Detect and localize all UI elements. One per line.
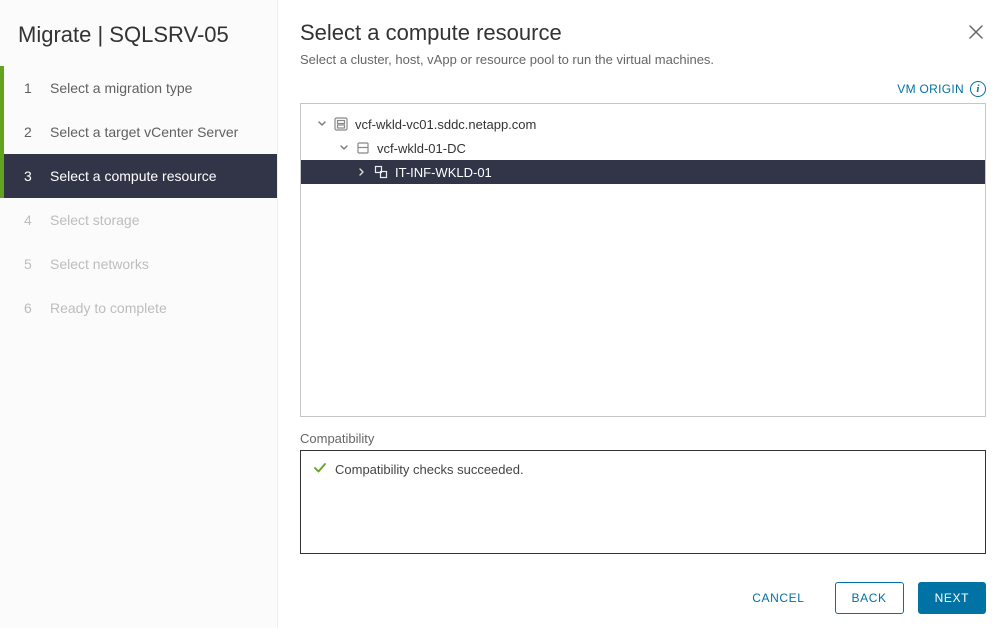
step-number: 3 (24, 168, 38, 184)
wizard-sidebar: Migrate | SQLSRV-05 1 Select a migration… (0, 0, 278, 628)
cancel-button[interactable]: CANCEL (736, 582, 820, 614)
step-migration-type[interactable]: 1 Select a migration type (0, 66, 277, 110)
close-icon (969, 25, 983, 39)
step-number: 6 (24, 300, 38, 316)
step-target-vcenter[interactable]: 2 Select a target vCenter Server (0, 110, 277, 154)
step-ready: 6 Ready to complete (0, 286, 277, 330)
chevron-down-icon[interactable] (317, 120, 327, 128)
close-button[interactable] (966, 22, 986, 42)
check-icon (313, 461, 327, 478)
cluster-icon (373, 164, 389, 180)
tree-node-vcenter[interactable]: vcf-wkld-vc01.sddc.netapp.com (301, 112, 985, 136)
step-label: Select a migration type (50, 80, 192, 96)
tree-node-datacenter[interactable]: vcf-wkld-01-DC (301, 136, 985, 160)
step-label: Select a compute resource (50, 168, 217, 184)
step-label: Select networks (50, 256, 149, 272)
step-networks: 5 Select networks (0, 242, 277, 286)
vm-origin-label: VM ORIGIN (897, 82, 964, 96)
step-number: 1 (24, 80, 38, 96)
back-button[interactable]: BACK (835, 582, 904, 614)
compatibility-message: Compatibility checks succeeded. (335, 462, 524, 477)
step-label: Select a target vCenter Server (50, 124, 238, 140)
wizard-title: Migrate | SQLSRV-05 (0, 0, 277, 66)
wizard-steps: 1 Select a migration type 2 Select a tar… (0, 66, 277, 330)
step-number: 2 (24, 124, 38, 140)
compatibility-label: Compatibility (300, 431, 986, 446)
tree-node-cluster[interactable]: IT-INF-WKLD-01 (301, 160, 985, 184)
vm-origin-link[interactable]: VM ORIGIN i (300, 81, 986, 97)
tree-node-label: vcf-wkld-vc01.sddc.netapp.com (355, 117, 536, 132)
chevron-down-icon[interactable] (339, 144, 349, 152)
vcenter-icon (333, 116, 349, 132)
compatibility-result: Compatibility checks succeeded. (313, 461, 973, 478)
page-title: Select a compute resource (300, 20, 986, 46)
compatibility-box: Compatibility checks succeeded. (300, 450, 986, 554)
step-number: 4 (24, 212, 38, 228)
step-label: Select storage (50, 212, 140, 228)
datacenter-icon (355, 140, 371, 156)
page-subtitle: Select a cluster, host, vApp or resource… (300, 52, 986, 67)
wizard-main: Select a compute resource Select a clust… (278, 0, 1008, 628)
tree-node-label: IT-INF-WKLD-01 (395, 165, 492, 180)
migrate-wizard: Migrate | SQLSRV-05 1 Select a migration… (0, 0, 1008, 628)
step-number: 5 (24, 256, 38, 272)
tree-node-label: vcf-wkld-01-DC (377, 141, 466, 156)
wizard-footer: CANCEL BACK NEXT (300, 562, 986, 614)
compute-resource-tree[interactable]: vcf-wkld-vc01.sddc.netapp.com vcf-wkld-0… (300, 103, 986, 417)
step-storage: 4 Select storage (0, 198, 277, 242)
info-icon: i (970, 81, 986, 97)
step-compute-resource[interactable]: 3 Select a compute resource (0, 154, 277, 198)
chevron-right-icon[interactable] (357, 168, 367, 176)
next-button[interactable]: NEXT (918, 582, 986, 614)
step-label: Ready to complete (50, 300, 167, 316)
